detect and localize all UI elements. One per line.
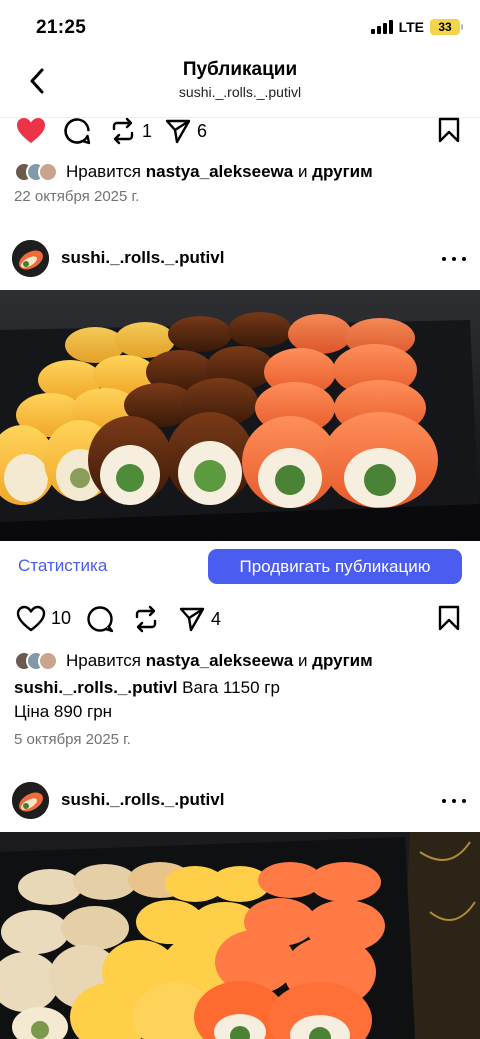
share-button[interactable]: 6 (164, 117, 207, 145)
likes-prefix: Нравится (66, 651, 142, 670)
page-subtitle: sushi._.rolls._.putivl (178, 84, 302, 100)
post2-caption: sushi._.rolls._.putivl Вага 1150 гр Ціна… (14, 676, 280, 724)
bookmark-icon (438, 117, 460, 143)
comment-button[interactable] (86, 605, 114, 633)
comment-icon (87, 606, 114, 633)
repost-button[interactable] (132, 605, 160, 633)
promo-row: Статистика Продвигать публикацию (0, 548, 480, 586)
share-button[interactable]: 4 (178, 605, 221, 633)
likes-text: Нравится nastya_alekseewa и другим (66, 162, 373, 182)
post-username[interactable]: sushi._.rolls._.putivl (61, 248, 224, 268)
caption-username[interactable]: sushi._.rolls._.putivl (14, 678, 177, 697)
likes-user-link[interactable]: nastya_alekseewa (146, 651, 293, 670)
comment-icon (64, 118, 91, 145)
post2-photo[interactable] (0, 290, 480, 541)
post3-photo[interactable] (0, 832, 480, 1039)
likes-text: Нравится nastya_alekseewa и другим (66, 651, 373, 671)
like-button[interactable]: 10 (16, 605, 71, 632)
post2-likes[interactable]: Нравится nastya_alekseewa и другим (14, 651, 373, 671)
likes-and: и (297, 651, 308, 670)
sushi-photo (0, 290, 480, 541)
statistics-link[interactable]: Статистика (18, 556, 107, 576)
share-count: 6 (197, 120, 208, 141)
likes-others-link[interactable]: другим (312, 651, 373, 670)
likes-user-link[interactable]: nastya_alekseewa (146, 162, 293, 181)
sushi-photo (0, 832, 480, 1039)
caption-line1: Вага 1150 гр (182, 678, 280, 697)
status-time: 21:25 (36, 17, 87, 38)
send-icon (179, 607, 205, 632)
save-button[interactable] (438, 605, 460, 631)
comment-button[interactable] (63, 117, 91, 145)
battery-level: 33 (438, 20, 452, 34)
more-options-button[interactable] (442, 793, 466, 809)
avatar-image (12, 240, 49, 277)
nav-header: Публикации sushi._.rolls._.putivl (0, 56, 480, 118)
post1-date: 22 октября 2025 г. (14, 188, 140, 205)
likes-and: и (297, 162, 308, 181)
signal-icon (370, 20, 393, 34)
send-icon (165, 119, 191, 144)
like-button[interactable] (16, 117, 46, 144)
avatar-image (12, 782, 49, 819)
bookmark-icon (438, 605, 460, 631)
more-options-button[interactable] (442, 251, 466, 267)
heart-filled-icon (17, 118, 45, 143)
post2-header: sushi._.rolls._.putivl (0, 235, 480, 285)
avatar (38, 162, 58, 182)
likes-others-link[interactable]: другим (312, 162, 373, 181)
post2-date: 5 октября 2025 г. (14, 731, 131, 748)
avatar[interactable] (12, 782, 49, 819)
post2-actions: 10 4 (0, 605, 480, 637)
repost-icon (135, 605, 157, 633)
status-bar: 21:25 LTE 33 (0, 0, 480, 56)
promote-button[interactable]: Продвигать публикацию (208, 549, 462, 584)
battery-icon: 33 (430, 19, 463, 35)
heart-icon (16, 605, 46, 632)
caption-line2: Ціна 890 грн (14, 702, 113, 721)
repost-count: 1 (142, 120, 153, 141)
status-indicators: LTE 33 (370, 19, 463, 35)
save-button[interactable] (438, 117, 460, 143)
page-title: Публикации (182, 59, 298, 80)
liker-avatars (14, 162, 58, 182)
repost-icon (112, 117, 134, 145)
avatar[interactable] (12, 240, 49, 277)
post-username[interactable]: sushi._.rolls._.putivl (61, 790, 224, 810)
repost-button[interactable]: 1 (109, 117, 152, 145)
post1-actions: 1 6 (0, 117, 480, 149)
share-count: 4 (211, 608, 222, 629)
post1-likes[interactable]: Нравится nastya_alekseewa и другим (14, 162, 373, 182)
network-type: LTE (398, 19, 424, 35)
likes-prefix: Нравится (66, 162, 142, 181)
liker-avatars (14, 651, 58, 671)
like-count: 10 (51, 608, 72, 628)
avatar (38, 651, 58, 671)
post3-header: sushi._.rolls._.putivl (0, 777, 480, 827)
